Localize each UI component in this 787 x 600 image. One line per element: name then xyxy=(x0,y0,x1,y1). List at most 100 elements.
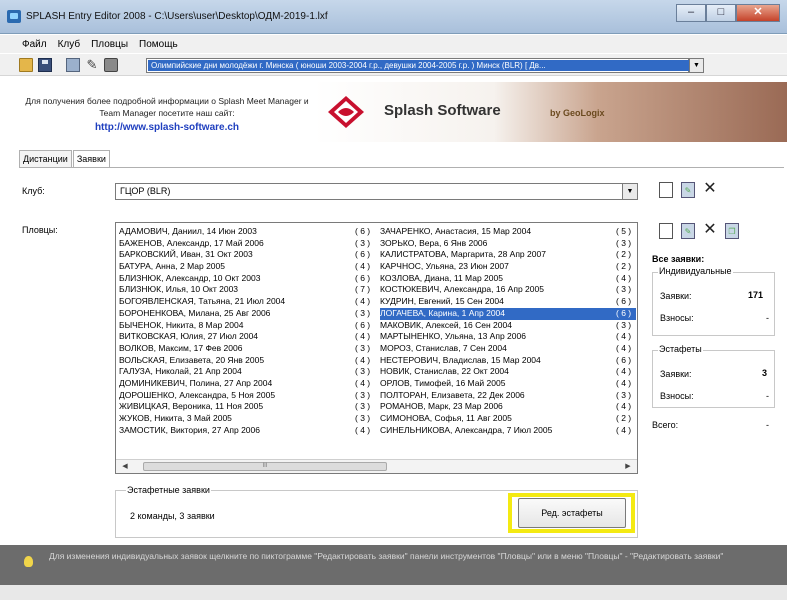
open-folder-icon[interactable] xyxy=(19,58,33,72)
swimmers-list[interactable]: АДАМОВИЧ, Даниил, 14 Июн 2003( 6 ) БАЖЕНО… xyxy=(115,222,638,474)
swimmer-row[interactable]: ВОЛЬСКАЯ, Елизавета, 20 Янв 2005 ( 4 ) xyxy=(119,355,375,367)
swimmer-row[interactable]: НОВИК, Станислав, 22 Окт 2004 ( 4 ) xyxy=(380,366,636,378)
swimmer-name: ОРЛОВ, Тимофей, 16 Май 2005 xyxy=(380,377,506,388)
swimmer-entry-count: ( 4 ) xyxy=(616,377,632,388)
website-link[interactable]: http://www.splash-software.ch xyxy=(19,122,315,133)
swimmer-entry-count: ( 3 ) xyxy=(355,413,371,423)
swimmer-name: БАТУРА, Анна, 2 Мар 2005 xyxy=(119,261,225,272)
edit-entries-icon[interactable]: ✎ xyxy=(681,223,695,239)
individual-fees-label: Взносы: xyxy=(660,313,694,323)
swimmer-row[interactable]: ДОРОШЕНКО, Александра, 5 Ноя 2005 ( 3 ) xyxy=(119,390,375,402)
chevron-down-icon[interactable]: ▼ xyxy=(622,184,637,199)
scroll-right-icon[interactable]: ▶ xyxy=(621,460,635,473)
swimmer-row[interactable]: МАРТЫНЕНКО, Ульяна, 13 Апр 2006 ( 4 ) xyxy=(380,331,636,343)
swimmer-row[interactable]: БАТУРА, Анна, 2 Мар 2005 ( 4 ) xyxy=(119,261,375,273)
window-title: SPLASH Entry Editor 2008 - C:\Users\user… xyxy=(26,11,328,22)
swimmer-row[interactable]: КОСТЮКЕВИЧ, Александра, 16 Апр 2005 ( 3 ) xyxy=(380,284,636,296)
swimmer-name: ЖИВИЦКАЯ, Вероника, 11 Ноя 2005 xyxy=(119,401,264,412)
swimmer-entry-count: ( 6 ) xyxy=(355,319,371,330)
delete-swimmer-icon[interactable]: ✕ xyxy=(703,222,717,238)
scroll-thumb[interactable]: III xyxy=(143,462,387,471)
swimmer-row[interactable]: ПОЛТОРАН, Елизавета, 22 Дек 2006 ( 3 ) xyxy=(380,390,636,402)
swimmer-row[interactable]: ВИТКОВСКАЯ, Юлия, 27 Июл 2004 ( 4 ) xyxy=(119,331,375,343)
swimmer-row[interactable]: БЫЧЕНОК, Никита, 8 Мар 2004 ( 6 ) xyxy=(119,320,375,332)
swimmer-entry-count: ( 3 ) xyxy=(355,307,371,318)
menu-help[interactable]: Помощь xyxy=(139,39,178,50)
swimmer-row[interactable]: ГАЛУЗА, Николай, 21 Апр 2004 ( 3 ) xyxy=(119,366,375,378)
new-swimmer-icon[interactable] xyxy=(659,223,673,239)
swimmer-row[interactable]: РОМАНОВ, Марк, 23 Мар 2006 ( 4 ) xyxy=(380,401,636,413)
swimmer-row[interactable]: ЗАМОСТИК, Виктория, 27 Апр 2006 ( 4 ) xyxy=(119,425,375,437)
chevron-down-icon[interactable]: ▼ xyxy=(689,58,704,73)
swimmer-row[interactable]: КАЛИСТРАТОВА, Маргарита, 28 Апр 2007 ( 2 … xyxy=(380,249,636,261)
swimmer-name: МАРТЫНЕНКО, Ульяна, 13 Апр 2006 xyxy=(380,331,526,342)
swimmers-column-1: АДАМОВИЧ, Даниил, 14 Июн 2003( 6 ) БАЖЕНО… xyxy=(119,226,375,436)
horizontal-scrollbar[interactable]: ◀ III ▶ xyxy=(116,459,637,473)
swimmer-row[interactable]: СИМОНОВА, Софья, 11 Авг 2005 ( 2 ) xyxy=(380,413,636,425)
swimmer-entry-count: ( 4 ) xyxy=(616,272,632,283)
tab-divider xyxy=(19,167,784,168)
individual-fees-value: - xyxy=(766,313,769,323)
title-bar: SPLASH Entry Editor 2008 - C:\Users\user… xyxy=(0,0,787,34)
swimmer-row[interactable]: БАЖЕНОВ, Александр, 17 Май 2006 ( 3 ) xyxy=(119,238,375,250)
scroll-left-icon[interactable]: ◀ xyxy=(118,460,132,473)
relay-entries-label: Заявки: xyxy=(660,369,692,379)
swimmer-row[interactable]: ЖИВИЦКАЯ, Вероника, 11 Ноя 2005 ( 3 ) xyxy=(119,401,375,413)
swimmer-entry-count: ( 3 ) xyxy=(355,401,371,412)
swimmer-row[interactable]: КУДРИН, Евгений, 15 Сен 2004 ( 6 ) xyxy=(380,296,636,308)
close-button[interactable]: ✕ xyxy=(736,4,780,22)
swimmer-name: ДОМИНИКЕВИЧ, Полина, 27 Апр 2004 xyxy=(119,377,273,388)
swimmers-label: Пловцы: xyxy=(22,225,58,235)
swimmer-entry-count: ( 4 ) xyxy=(616,342,632,353)
swimmer-row[interactable]: ЖУКОВ, Никита, 3 Май 2005 ( 3 ) xyxy=(119,413,375,425)
minimize-button[interactable]: – xyxy=(676,4,706,22)
swimmer-row[interactable]: БАРКОВСКИЙ, Иван, 31 Окт 2003 ( 6 ) xyxy=(119,249,375,261)
swimmer-row[interactable]: МАКОВИК, Алексей, 16 Сен 2004 ( 3 ) xyxy=(380,320,636,332)
swimmer-row[interactable]: СИНЕЛЬНИКОВА, Александра, 7 Июл 2005 ( 4 … xyxy=(380,425,636,437)
swimmer-name: БОГОЯВЛЕНСКАЯ, Татьяна, 21 Июл 2004 xyxy=(119,296,286,307)
print-icon[interactable] xyxy=(104,58,118,72)
tab-events[interactable]: Дистанции xyxy=(19,150,72,167)
swimmer-name: ЗАМОСТИК, Виктория, 27 Апр 2006 xyxy=(119,424,260,435)
swimmer-entry-count: ( 3 ) xyxy=(355,366,371,377)
copy-swimmer-icon[interactable]: ❐ xyxy=(725,223,739,239)
banner-brand: Splash Software xyxy=(384,102,501,119)
swimmer-row[interactable]: КАРЧНОС, Ульяна, 23 Июн 2007 ( 2 ) xyxy=(380,261,636,273)
swimmer-row[interactable]: БЛИЗНЮК, Александр, 10 Окт 2003 ( 6 ) xyxy=(119,273,375,285)
swimmer-row[interactable]: ЗОРЬКО, Вера, 6 Янв 2006 ( 3 ) xyxy=(380,238,636,250)
swimmer-name: БЫЧЕНОК, Никита, 8 Мар 2004 xyxy=(119,319,244,330)
delete-club-icon[interactable]: ✕ xyxy=(703,181,717,197)
tab-entries[interactable]: Заявки xyxy=(72,150,110,167)
swimmer-row[interactable]: БЛИЗНЮК, Илья, 10 Окт 2003 ( 7 ) xyxy=(119,284,375,296)
save-disk-icon[interactable] xyxy=(38,58,52,72)
menu-file[interactable]: Файл xyxy=(22,39,47,50)
swimmer-entry-count: ( 4 ) xyxy=(616,424,632,435)
meet-select[interactable]: Олимпийские дни молодёжи г. Минска ( юно… xyxy=(146,58,704,73)
edit-club-icon[interactable]: ✎ xyxy=(681,182,695,198)
swimmer-row[interactable]: БОРОНЕНКОВА, Милана, 25 Авг 2006 ( 3 ) xyxy=(119,308,375,320)
window-controls: – □ ✕ xyxy=(676,4,780,22)
edit-tool-icon[interactable]: ✎ xyxy=(85,58,99,72)
properties-icon[interactable] xyxy=(66,58,80,72)
swimmer-entry-count: ( 2 ) xyxy=(616,249,632,260)
swimmer-row[interactable]: КОЗЛОВА, Диана, 11 Мар 2005 ( 4 ) xyxy=(380,273,636,285)
swimmer-row[interactable]: БОГОЯВЛЕНСКАЯ, Татьяна, 21 Июл 2004 ( 4 ) xyxy=(119,296,375,308)
maximize-button[interactable]: □ xyxy=(706,4,736,22)
swimmer-row[interactable]: НЕСТЕРОВИЧ, Владислав, 15 Мар 2004 ( 6 ) xyxy=(380,355,636,367)
swimmer-row[interactable]: ВОЛКОВ, Максим, 17 Фев 2006 ( 3 ) xyxy=(119,343,375,355)
swimmer-row[interactable]: ОРЛОВ, Тимофей, 16 Май 2005 ( 4 ) xyxy=(380,378,636,390)
swimmer-row[interactable]: АДАМОВИЧ, Даниил, 14 Июн 2003 ( 6 ) xyxy=(119,226,375,238)
club-select[interactable]: ГЦОР (BLR) ▼ xyxy=(115,183,638,200)
edit-relays-button[interactable]: Ред. эстафеты xyxy=(518,498,626,528)
swimmer-row[interactable]: ЗАЧАРЕНКО, Анастасия, 15 Мар 2004 ( 5 ) xyxy=(380,226,636,238)
swimmer-entry-count: ( 3 ) xyxy=(616,389,632,400)
swimmer-row[interactable]: ДОМИНИКЕВИЧ, Полина, 27 Апр 2004 ( 4 ) xyxy=(119,378,375,390)
info-text: Для получения более подробной информации… xyxy=(25,96,309,118)
swimmer-row[interactable]: МОРОЗ, Станислав, 7 Сен 2004 ( 4 ) xyxy=(380,343,636,355)
menu-swimmers[interactable]: Пловцы xyxy=(91,39,128,50)
menu-club[interactable]: Клуб xyxy=(58,39,81,50)
swimmer-name: КУДРИН, Евгений, 15 Сен 2004 xyxy=(380,296,504,307)
new-club-icon[interactable] xyxy=(659,182,673,198)
swimmer-row[interactable]: ЛОГАЧЕВА, Карина, 1 Апр 2004 ( 6 ) xyxy=(380,307,636,320)
hint-bar: Для изменения индивидуальных заявок щелк… xyxy=(0,545,787,585)
